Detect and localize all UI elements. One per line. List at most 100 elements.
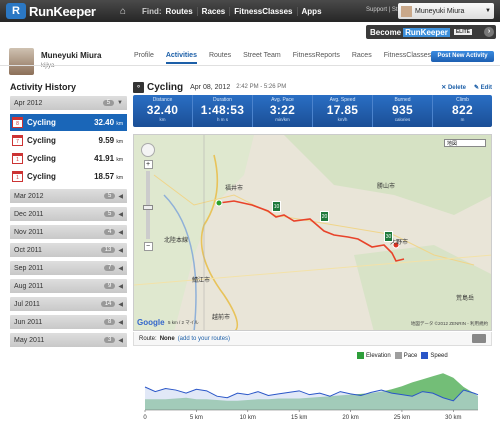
month-count-badge: 4 xyxy=(104,229,116,235)
nav-fitnessclasses[interactable]: FitnessClasses xyxy=(229,6,296,16)
route-bar: Route: None (add to your routes) xyxy=(133,332,492,346)
activity-name: Cycling xyxy=(27,118,56,127)
x-tick-label: 10 km xyxy=(240,415,256,421)
add-to-routes-link[interactable]: (add to your routes) xyxy=(178,336,230,342)
elite-brand: RunKeeper xyxy=(403,27,450,37)
activity-type: Cycling xyxy=(147,81,184,93)
activity-distance: 18.57 km xyxy=(94,172,123,181)
nav-races[interactable]: Races xyxy=(196,6,230,16)
chevron-left-icon: ◀ xyxy=(118,247,123,254)
month-count-badge: 7 xyxy=(104,265,116,271)
print-icon[interactable] xyxy=(472,334,486,343)
brand-name: RunKeeper xyxy=(29,3,96,19)
post-new-activity-button[interactable]: Post New Activity xyxy=(431,51,494,62)
activity-item[interactable]: 1 Cycling 41.91 km xyxy=(10,150,127,168)
home-icon[interactable]: ⌂ xyxy=(120,6,136,17)
user-name: Muneyuki Miura xyxy=(415,7,465,15)
activity-distance: 9.59 km xyxy=(98,136,123,145)
activity-history-list: Apr 2012 5 ▼ 8 Cycling 32.40 km 7 Cyclin… xyxy=(10,96,127,351)
stat-avg-speed: Avg. Speed 17.85 km/h xyxy=(313,95,373,127)
activity-name: Cycling xyxy=(27,172,56,181)
map-copyright[interactable]: 地図データ ©2012 ZENRIN - 利用規約 xyxy=(411,321,488,327)
divider xyxy=(0,65,500,66)
zoom-in-button[interactable]: + xyxy=(143,160,153,169)
legend-swatch-pace[interactable] xyxy=(394,352,402,359)
legend-elevation: Elevation xyxy=(366,352,391,359)
map-label: 鯖江市 xyxy=(192,278,211,284)
km-marker[interactable]: 20 xyxy=(320,211,329,222)
tab-profile[interactable]: Profile xyxy=(134,49,154,64)
month-count-badge: 5 xyxy=(104,211,116,217)
month-row[interactable]: Sep 2011 7 ◀ xyxy=(10,261,127,276)
tab-fitnessclasses[interactable]: FitnessClasses xyxy=(384,49,431,64)
map-label: 福井市 xyxy=(225,186,244,192)
elevation-speed-chart[interactable]: 0 5 km 10 km 15 km 20 km 25 km 30 km xyxy=(133,362,492,422)
tab-street-team[interactable]: Street Team xyxy=(243,49,281,64)
activity-time: 2:42 PM - 5:26 PM xyxy=(236,84,287,90)
month-count-badge: 8 xyxy=(104,319,116,325)
edit-button[interactable]: ✎ Edit xyxy=(474,84,492,91)
month-count-badge: 5 xyxy=(102,100,115,106)
activity-name: Cycling xyxy=(27,136,56,145)
month-row[interactable]: May 2011 3 ◀ xyxy=(10,333,127,348)
tab-fitnessreports[interactable]: FitnessReports xyxy=(293,49,340,64)
legend-swatch-speed[interactable] xyxy=(421,352,429,359)
km-marker[interactable]: 10 xyxy=(272,201,281,212)
tab-activities[interactable]: Activities xyxy=(165,49,197,64)
elite-prefix: Become xyxy=(370,27,402,37)
month-row[interactable]: Oct 2011 13 ◀ xyxy=(10,243,127,258)
zoom-out-button[interactable]: − xyxy=(143,242,153,251)
chevron-left-icon: ◀ xyxy=(118,283,123,290)
profile-name[interactable]: Muneyuki Miura xyxy=(41,51,101,60)
chevron-left-icon: ◀ xyxy=(118,211,123,218)
chevron-down-icon: ▼ xyxy=(485,8,491,14)
map-label: 荒島岳 xyxy=(456,296,475,302)
month-row[interactable]: Jul 2011 14 ◀ xyxy=(10,297,127,312)
x-tick-label: 0 xyxy=(143,415,147,421)
activity-item[interactable]: 7 Cycling 9.59 km xyxy=(10,132,127,150)
month-row[interactable]: Mar 2012 5 ◀ xyxy=(10,189,127,204)
zoom-slider-handle[interactable] xyxy=(143,205,153,210)
month-row[interactable]: Nov 2011 4 ◀ xyxy=(10,225,127,240)
month-label: Sep 2011 xyxy=(14,264,44,272)
tab-routes[interactable]: Routes xyxy=(209,49,231,64)
calendar-icon: 1 xyxy=(12,153,23,164)
month-row[interactable]: Aug 2011 9 ◀ xyxy=(10,279,127,294)
month-label: May 2011 xyxy=(14,336,45,344)
route-map[interactable]: 地図 + − 福井市 越前市 鯖江市 勝山市 大野市 北陸本線 荒島岳 10 2… xyxy=(133,134,492,331)
zoom-control[interactable]: + − xyxy=(141,143,155,253)
tab-races[interactable]: Races xyxy=(352,49,372,64)
activity-header: ⚬ Cycling Apr 08, 2012 2:42 PM - 5:26 PM… xyxy=(133,80,492,94)
nav-routes[interactable]: Routes xyxy=(162,7,197,16)
activity-item[interactable]: 8 Cycling 32.40 km xyxy=(10,114,127,132)
legend-pace: Pace xyxy=(403,352,418,359)
nav-apps[interactable]: Apps xyxy=(296,6,326,16)
zoom-slider[interactable] xyxy=(143,171,153,239)
calendar-icon: 8 xyxy=(12,117,23,128)
pan-control[interactable] xyxy=(141,143,155,157)
month-count-badge: 5 xyxy=(104,193,116,199)
month-row-current[interactable]: Apr 2012 5 ▼ xyxy=(10,96,127,111)
stat-distance: Distance 32.40 km xyxy=(133,95,193,127)
delete-button[interactable]: ✕ Delete xyxy=(441,84,466,91)
user-menu[interactable]: Muneyuki Miura ▼ xyxy=(398,3,494,19)
map-label: 越前市 xyxy=(212,315,231,321)
stat-avg-pace: Avg. Pace 3:22 min/km xyxy=(253,95,313,127)
month-label: Apr 2012 xyxy=(14,99,43,107)
legend-swatch-elevation[interactable] xyxy=(357,352,364,359)
google-logo: Google xyxy=(137,318,165,327)
month-row[interactable]: Dec 2011 5 ◀ xyxy=(10,207,127,222)
month-row[interactable]: Jun 2011 8 ◀ xyxy=(10,315,127,330)
month-label: Nov 2011 xyxy=(14,228,44,236)
activity-item[interactable]: 1 Cycling 18.57 km xyxy=(10,168,127,186)
arrow-right-icon: › xyxy=(484,27,494,37)
legend-speed: Speed xyxy=(430,352,448,359)
close-icon: ✕ xyxy=(441,84,447,91)
calendar-icon: 1 xyxy=(12,171,23,182)
km-marker[interactable]: 30 xyxy=(384,231,393,242)
become-elite-banner[interactable]: Become RunKeeper ELITE › xyxy=(366,25,496,39)
profile-avatar[interactable] xyxy=(9,48,34,75)
map-type-select[interactable]: 地図 xyxy=(444,139,486,147)
profile-tabs: Profile Activities Routes Street Team Fi… xyxy=(134,49,431,64)
runkeeper-logo[interactable]: R RunKeeper xyxy=(6,3,110,19)
